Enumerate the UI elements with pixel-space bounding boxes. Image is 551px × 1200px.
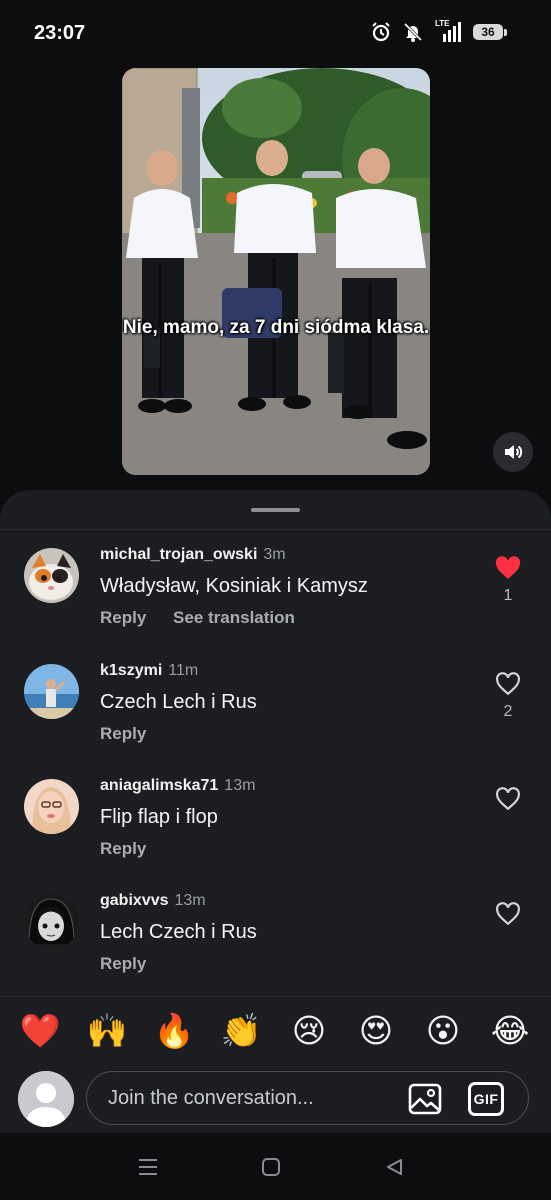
like-button[interactable]: 1 (493, 556, 523, 605)
reply-button[interactable]: Reply (100, 608, 146, 627)
battery-level: 36 (473, 24, 503, 40)
status-bar: 23:07 LTE 36 (0, 0, 551, 70)
reply-button[interactable]: Reply (100, 954, 146, 973)
image-icon (408, 1083, 442, 1115)
reaction-laughing[interactable]: 😂 (488, 1011, 532, 1051)
like-count: 2 (503, 703, 513, 720)
comment-time: 13m (224, 777, 256, 794)
comment-item: aniagalimska71 13m Flip flap i flop Reply (0, 766, 551, 876)
reply-button[interactable]: Reply (100, 724, 146, 743)
heart-filled-icon (495, 556, 521, 579)
avatar[interactable] (24, 894, 79, 949)
video-caption: Nie, mamo, za 7 dni siódma klasa. (122, 317, 430, 338)
comment-text: Flip flap i flop (100, 806, 218, 828)
status-icons: LTE 36 (371, 19, 507, 42)
comment-input-placeholder: Join the conversation... (108, 1087, 314, 1109)
quick-reactions-bar: ❤️ 🙌 🔥 👏 😢 😍 😮 😂 (0, 996, 551, 1069)
reaction-clap[interactable]: 👏 (219, 1011, 263, 1051)
signal-icon: LTE (435, 19, 461, 42)
reaction-raised-hands[interactable]: 🙌 (85, 1011, 129, 1051)
battery-icon: 36 (473, 24, 507, 40)
gif-button[interactable]: GIF (468, 1082, 504, 1116)
avatar[interactable] (24, 548, 79, 603)
comment-item: michal_trojan_owski 3m Władysław, Kosinia… (0, 535, 551, 645)
comment-item: gabixvvs 13m Lech Czech i Rus Reply (0, 881, 551, 991)
like-count: 1 (503, 587, 513, 604)
sound-toggle-button[interactable] (493, 432, 533, 472)
home-button[interactable] (256, 1153, 286, 1181)
comment-username[interactable]: k1szymi (100, 662, 162, 679)
comment-time: 11m (168, 662, 199, 679)
like-button[interactable]: 2 (493, 672, 523, 721)
comment-composer: Join the conversation... GIF (0, 1068, 551, 1133)
reaction-fire[interactable]: 🔥 (152, 1011, 196, 1051)
comment-input[interactable]: Join the conversation... GIF (86, 1071, 529, 1125)
reaction-surprised[interactable]: 😮 (421, 1011, 465, 1051)
comment-item: k1szymi 11m Czech Lech i Rus Reply 2 (0, 651, 551, 761)
divider (0, 529, 551, 530)
reply-button[interactable]: Reply (100, 839, 146, 858)
mute-bell-icon (403, 22, 423, 42)
video-frame-image (122, 68, 430, 475)
comment-time: 3m (263, 546, 286, 563)
back-triangle-icon (387, 1159, 402, 1175)
heart-outline-icon (496, 672, 520, 696)
like-button[interactable] (493, 902, 523, 926)
avatar[interactable] (24, 664, 79, 719)
comment-text: Władysław, Kosiniak i Kamysz (100, 575, 368, 597)
comment-text: Czech Lech i Rus (100, 691, 257, 713)
recents-button[interactable] (133, 1153, 163, 1181)
alarm-icon (372, 22, 390, 42)
post-video[interactable]: Nie, mamo, za 7 dni siódma klasa. (122, 68, 430, 475)
image-picker-button[interactable] (407, 1081, 443, 1117)
reaction-crying[interactable]: 😢 (287, 1011, 331, 1051)
comment-text: Lech Czech i Rus (100, 921, 257, 943)
comment-username[interactable]: aniagalimska71 (100, 777, 218, 794)
reaction-heart-eyes[interactable]: 😍 (354, 1011, 398, 1051)
heart-outline-icon (496, 902, 520, 926)
comment-time: 13m (174, 892, 206, 909)
default-avatar-icon (18, 1071, 74, 1127)
like-button[interactable] (493, 787, 523, 811)
home-square-icon (262, 1158, 280, 1176)
avatar[interactable] (24, 779, 79, 834)
speaker-icon (505, 445, 523, 459)
menu-lines-icon (139, 1159, 157, 1175)
user-avatar[interactable] (18, 1071, 74, 1127)
heart-outline-icon (496, 787, 520, 811)
status-time: 23:07 (34, 22, 86, 44)
see-translation-button[interactable]: See translation (173, 608, 295, 627)
reaction-heart[interactable]: ❤️ (18, 1011, 62, 1051)
comment-username[interactable]: michal_trojan_owski (100, 546, 257, 563)
system-navigation-bar (0, 1133, 551, 1200)
sheet-drag-handle[interactable] (251, 508, 300, 512)
back-button[interactable] (379, 1153, 409, 1181)
comment-username[interactable]: gabixvvs (100, 892, 168, 909)
